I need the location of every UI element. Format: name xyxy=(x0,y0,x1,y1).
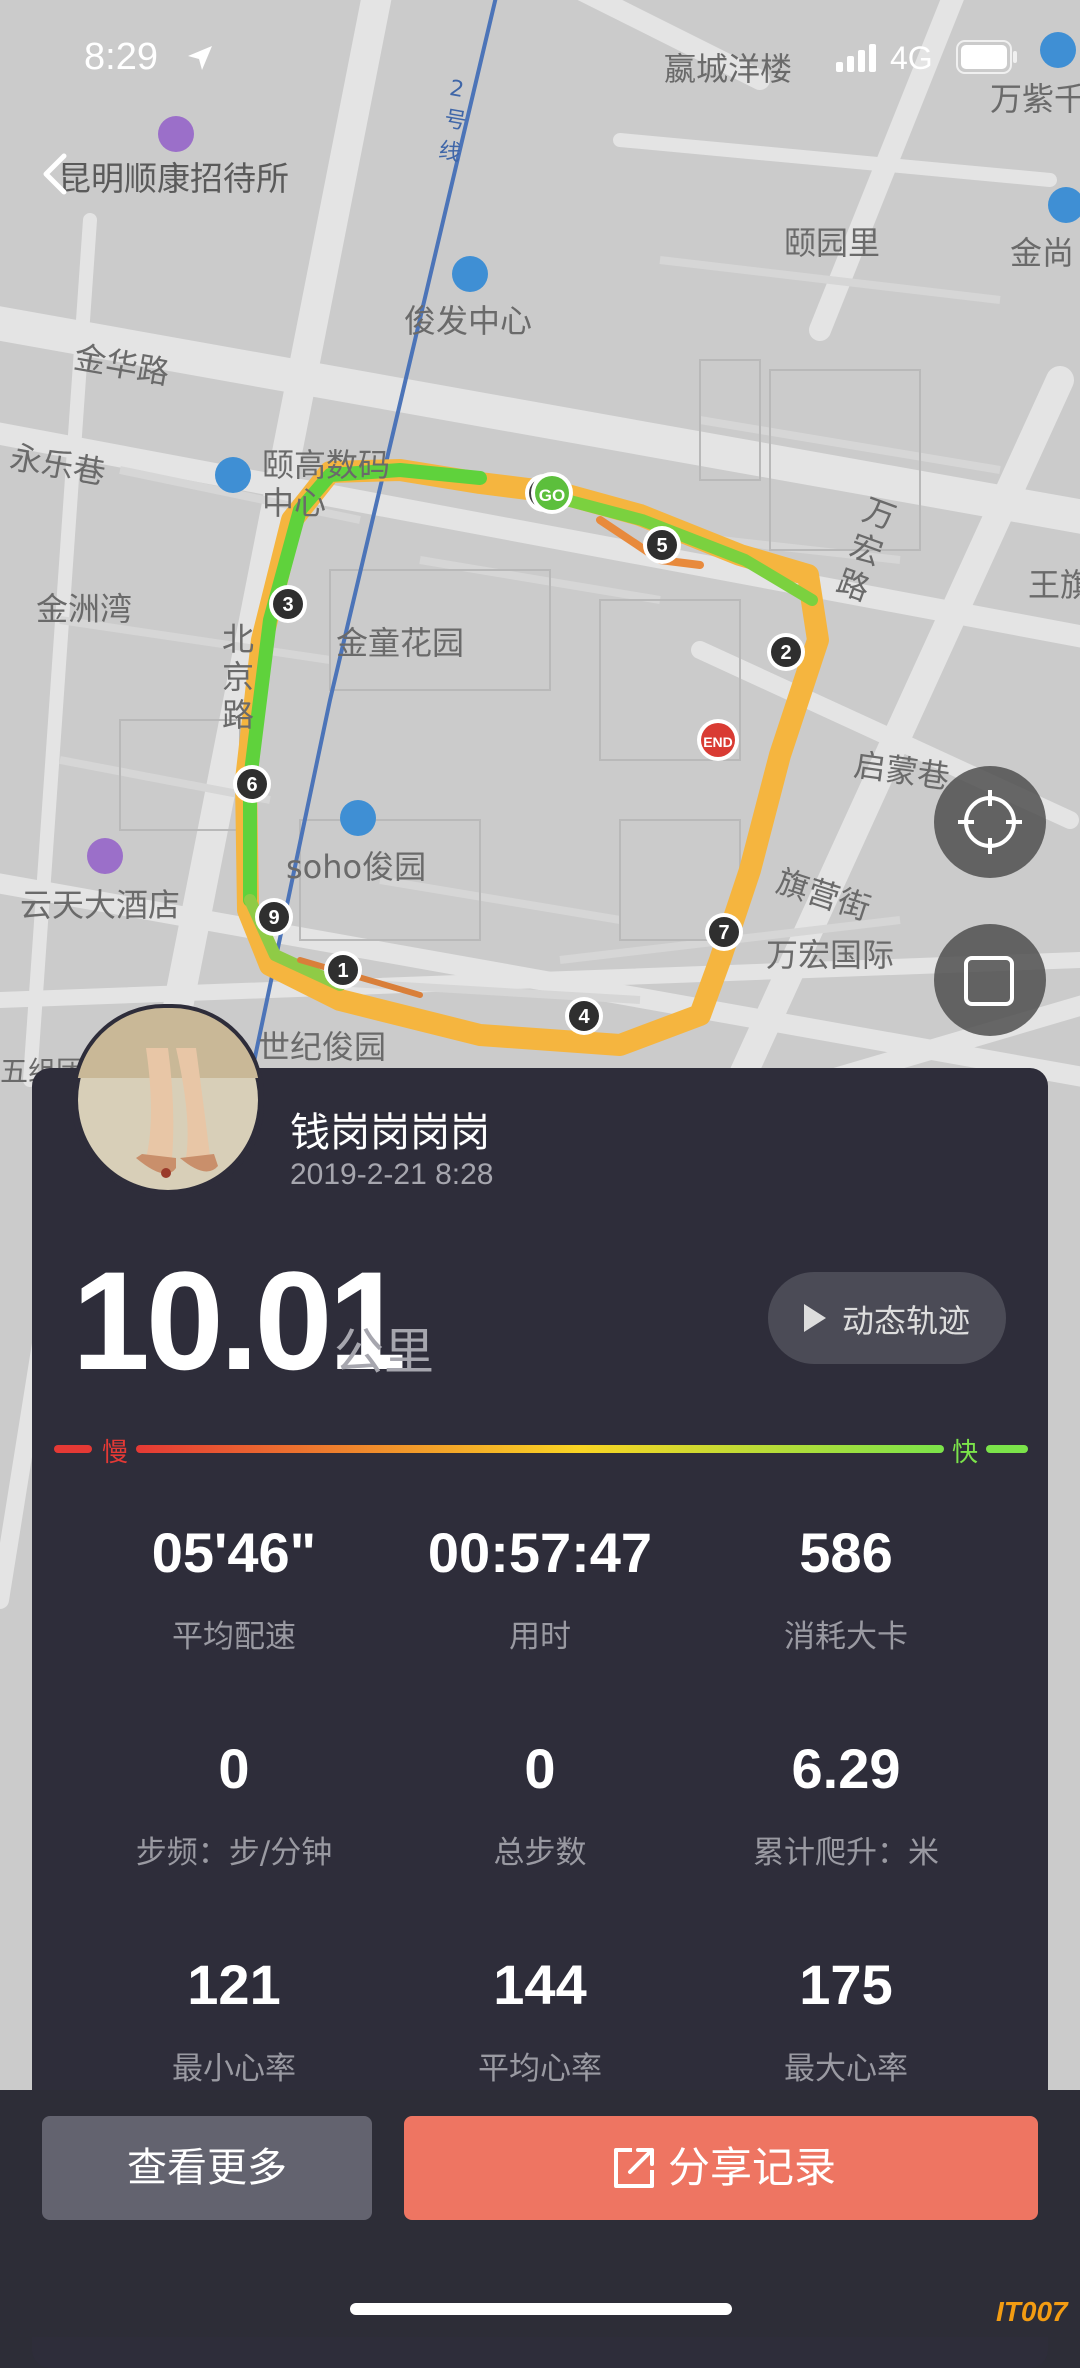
route-marker-label: 4 xyxy=(578,1006,590,1028)
stat-label: 消耗大卡 xyxy=(784,1619,908,1655)
stat-value: 121 xyxy=(187,1953,281,2016)
avatar[interactable] xyxy=(72,1004,264,1196)
map-label-jinzhouwan: 金洲湾 xyxy=(36,590,133,628)
distance-unit: 公里 xyxy=(334,1323,434,1381)
route-marker-4: 4 xyxy=(565,997,603,1035)
map-label-junfa: 俊发中心 xyxy=(404,302,533,340)
route-marker-label: 1 xyxy=(337,960,348,982)
share-record-button[interactable]: 分享记录 xyxy=(404,2116,1038,2220)
route-marker-7: 7 xyxy=(705,913,743,951)
avatar-image xyxy=(76,1008,260,1190)
route-marker-5: 5 xyxy=(643,526,681,564)
map-label-wanhong-intl: 万宏国际 xyxy=(766,936,895,974)
map-label-hotel: 昆明顺康招待所 xyxy=(58,159,289,198)
stat-avg-pace: 05'46" 平均配速 xyxy=(84,1520,384,1656)
view-more-button[interactable]: 查看更多 xyxy=(42,2116,372,2220)
back-icon[interactable] xyxy=(36,150,76,198)
location-arrow-icon xyxy=(188,46,212,70)
locate-button[interactable] xyxy=(934,766,1046,878)
status-bar: 8:29 4G xyxy=(0,0,1080,110)
stat-elevation-gain: 6.29 累计爬升：米 xyxy=(696,1736,996,1872)
play-icon xyxy=(804,1304,826,1332)
battery-icon xyxy=(956,40,1017,74)
fullscreen-button[interactable] xyxy=(934,924,1046,1036)
svg-text:END: END xyxy=(703,734,733,750)
stat-label: 平均心率 xyxy=(478,2051,602,2087)
share-icon xyxy=(614,2148,654,2188)
route-marker-label: 3 xyxy=(282,594,293,616)
stat-value: 175 xyxy=(799,1953,893,2016)
end-marker: END xyxy=(697,719,739,761)
status-time: 8:29 xyxy=(84,36,158,78)
stat-avg-heart-rate: 144 平均心率 xyxy=(390,1952,690,2088)
watermark: IT007 xyxy=(996,2296,1068,2327)
home-indicator xyxy=(350,2303,732,2315)
map-label-jinshang: 金尚 xyxy=(1010,234,1075,272)
stat-value: 0 xyxy=(218,1737,250,1800)
speed-fast-label: 快 xyxy=(952,1438,979,1468)
go-marker: GO xyxy=(531,472,573,514)
stat-label: 最小心率 xyxy=(172,2051,296,2087)
stat-value: 05'46" xyxy=(151,1521,317,1584)
map-label-yiyuanli: 颐园里 xyxy=(784,224,881,262)
signal-icon xyxy=(836,44,876,72)
speed-legend: 慢 快 xyxy=(54,1434,1028,1468)
map-label-jintong: 金童花园 xyxy=(336,624,465,662)
stat-min-heart-rate: 121 最小心率 xyxy=(84,1952,384,2088)
network-type: 4G xyxy=(890,40,933,76)
run-datetime: 2019-2-21 8:28 xyxy=(290,1158,494,1191)
stat-duration: 00:57:47 用时 xyxy=(390,1520,690,1656)
route-marker-label: 7 xyxy=(718,922,729,944)
user-name: 钱岗岗岗岗 xyxy=(290,1110,490,1156)
square-icon xyxy=(964,956,1014,1006)
route-marker-label: 2 xyxy=(780,642,791,664)
stat-label: 累计爬升：米 xyxy=(753,1835,939,1871)
svg-text:GO: GO xyxy=(539,486,565,505)
stat-label: 最大心率 xyxy=(784,2051,908,2087)
route-marker-2: 2 xyxy=(767,633,805,671)
map-label-yuntian: 云天大酒店 xyxy=(20,886,181,924)
stat-label: 步频：步/分钟 xyxy=(135,1835,333,1871)
map-label-soho: soho俊园 xyxy=(286,848,427,886)
map-label-center: 中心 xyxy=(262,484,327,522)
route-marker-label: 9 xyxy=(268,907,279,929)
stat-label: 用时 xyxy=(509,1619,571,1655)
stat-value: 586 xyxy=(799,1521,893,1584)
speed-slow-label: 慢 xyxy=(102,1438,129,1468)
stat-calories: 586 消耗大卡 xyxy=(696,1520,996,1656)
stat-value: 6.29 xyxy=(791,1737,901,1800)
route-marker-label: 6 xyxy=(246,774,257,796)
map-label-beijing-road: 北京路 xyxy=(222,620,255,734)
stat-value: 144 xyxy=(493,1953,587,2016)
stat-label: 平均配速 xyxy=(172,1619,296,1655)
dynamic-track-label: 动态轨迹 xyxy=(842,1302,971,1340)
route-marker-label: 5 xyxy=(656,535,667,557)
stat-max-heart-rate: 175 最大心率 xyxy=(696,1952,996,2088)
route-marker-1: 1 xyxy=(324,951,362,989)
speed-gradient xyxy=(54,1445,1028,1453)
stat-label: 总步数 xyxy=(493,1835,587,1871)
stat-value: 00:57:47 xyxy=(427,1521,653,1584)
crosshair-icon xyxy=(958,790,1022,854)
stat-total-steps: 0 总步数 xyxy=(390,1736,690,1872)
share-record-label: 分享记录 xyxy=(668,2143,837,2192)
stat-value: 0 xyxy=(524,1737,556,1800)
stat-cadence: 0 步频：步/分钟 xyxy=(84,1736,384,1872)
route-marker-3: 3 xyxy=(269,585,307,623)
map-label-wangqi: 王旗 xyxy=(1028,566,1080,604)
dynamic-track-button[interactable]: 动态轨迹 xyxy=(768,1272,1006,1364)
route-marker-6: 6 xyxy=(233,765,271,803)
route-marker-9: 9 xyxy=(255,898,293,936)
map-label-shiji: 世纪俊园 xyxy=(258,1028,387,1066)
